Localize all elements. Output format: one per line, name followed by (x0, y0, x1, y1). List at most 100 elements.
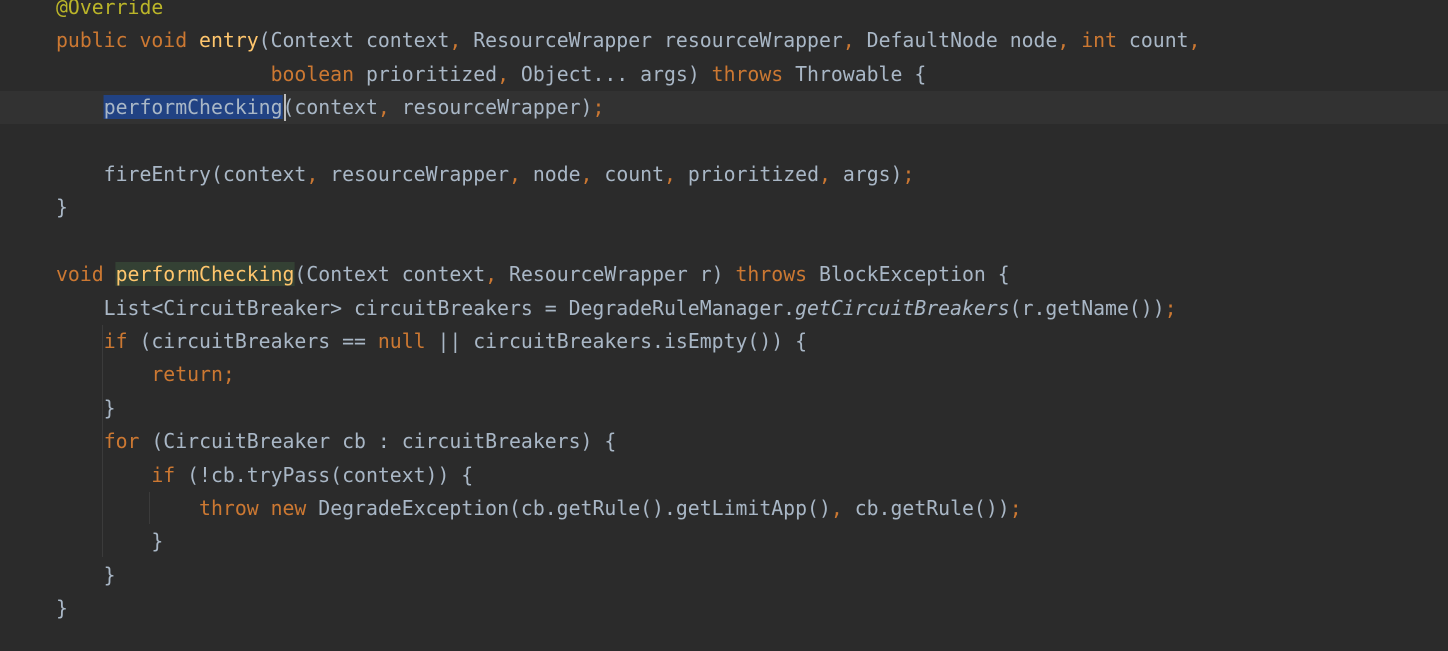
code-line[interactable]: throw new DegradeException(cb.getRule().… (0, 492, 1448, 525)
code-line[interactable]: } (0, 191, 1448, 224)
code-token: resourceWrapper) (401, 95, 593, 120)
code-token: } (56, 562, 116, 587)
code-token: ResourceWrapper r) (509, 262, 736, 287)
code-token: , (819, 162, 843, 186)
code-editor[interactable]: @Override public void entry(Context conte… (0, 0, 1448, 651)
code-line[interactable]: fireEntry(context, resourceWrapper, node… (0, 158, 1448, 191)
code-token: (circuitBreakers == (139, 329, 378, 353)
code-token: (context (282, 95, 378, 120)
code-token: args) (842, 162, 903, 186)
code-token: (Context context (294, 262, 486, 287)
code-token: if (151, 462, 188, 487)
code-token: return; (151, 362, 235, 387)
code-token: Throwable { (795, 61, 927, 86)
code-token: ; (902, 162, 915, 186)
code-line-text: void performChecking(Context context, Re… (56, 258, 1010, 291)
code-token: , (842, 28, 867, 53)
code-token: ; (1164, 295, 1177, 320)
code-token: (Context context (258, 28, 450, 53)
code-line[interactable]: public void entry(Context context, Resou… (0, 24, 1448, 57)
code-token: , (497, 61, 521, 86)
code-line-text: return; (56, 358, 235, 391)
code-line-text: fireEntry(context, resourceWrapper, node… (56, 158, 915, 191)
code-token: throws (735, 262, 819, 287)
code-token: } (56, 395, 116, 420)
code-line[interactable]: boolean prioritized, Object... args) thr… (0, 58, 1448, 91)
code-token: for (103, 429, 152, 454)
code-token: , (580, 162, 605, 186)
code-token: count (1128, 28, 1189, 53)
code-token: node (532, 162, 581, 186)
code-token: getCircuitBreakers (795, 295, 1010, 320)
code-token: , (1188, 28, 1201, 53)
code-token: public void (56, 28, 200, 53)
code-line[interactable]: if (!cb.tryPass(context)) { (0, 459, 1448, 492)
code-line-text: } (56, 525, 163, 558)
code-line[interactable]: if (circuitBreakers == null || circuitBr… (0, 325, 1448, 358)
code-line[interactable] (0, 225, 1448, 258)
code-line[interactable]: void performChecking(Context context, Re… (0, 258, 1448, 291)
code-line[interactable]: } (0, 392, 1448, 425)
code-token: , (509, 162, 533, 186)
code-token: prioritized (365, 61, 498, 86)
code-line[interactable]: performChecking(context, resourceWrapper… (0, 91, 1448, 125)
code-token: @Override (56, 0, 164, 19)
code-line-text: performChecking(context, resourceWrapper… (56, 91, 604, 124)
code-token: , (377, 95, 402, 120)
code-line[interactable]: return; (0, 358, 1448, 391)
code-line-text: } (56, 592, 68, 625)
code-token: performChecking (115, 262, 295, 287)
code-line[interactable]: } (0, 525, 1448, 558)
code-token: || circuitBreakers.isEmpty()) { (437, 329, 808, 353)
code-line-text: throw new DegradeException(cb.getRule().… (56, 492, 1022, 525)
code-token: } (56, 596, 68, 621)
code-line[interactable]: List<CircuitBreaker> circuitBreakers = D… (0, 292, 1448, 325)
code-token: List<CircuitBreaker> circuitBreakers = D… (56, 295, 796, 320)
code-token: , (306, 162, 331, 186)
code-token: int (1081, 28, 1129, 53)
code-line[interactable]: @Override (0, 0, 1448, 24)
code-token: throw new (199, 496, 319, 520)
code-token: null (377, 329, 438, 353)
code-token: BlockException { (818, 262, 1010, 287)
code-token: ResourceWrapper resourceWrapper (473, 28, 843, 53)
code-token: if (103, 329, 140, 353)
code-token: } (56, 195, 68, 220)
code-token: Object... args) (520, 61, 712, 86)
text-caret (284, 94, 286, 121)
code-token: , (1057, 28, 1082, 53)
code-line-text: if (!cb.tryPass(context)) { (56, 459, 473, 492)
code-line[interactable]: } (0, 592, 1448, 625)
code-token: ; (592, 95, 605, 120)
code-line[interactable] (0, 125, 1448, 158)
code-token: ; (1009, 496, 1022, 520)
code-line-text: if (circuitBreakers == null || circuitBr… (56, 325, 807, 358)
code-line-text: public void entry(Context context, Resou… (56, 24, 1200, 57)
code-token: fireEntry(context (56, 162, 307, 186)
code-line-text: @Override (56, 0, 163, 24)
code-token: , (449, 28, 474, 53)
code-token: DegradeException(cb.getRule().getLimitAp… (318, 496, 831, 520)
code-token: , (664, 162, 688, 186)
code-token: (r.getName()) (1009, 295, 1165, 320)
code-line-text: } (56, 392, 116, 425)
code-line[interactable]: } (0, 559, 1448, 592)
code-token: prioritized (687, 162, 820, 186)
code-token: DefaultNode node (866, 28, 1058, 53)
code-line-text: List<CircuitBreaker> circuitBreakers = D… (56, 292, 1177, 325)
code-line-text: for (CircuitBreaker cb : circuitBreakers… (56, 425, 617, 458)
code-line[interactable]: for (CircuitBreaker cb : circuitBreakers… (0, 425, 1448, 458)
code-token: cb.getRule()) (854, 496, 1010, 520)
code-token: count (604, 162, 665, 186)
code-token: boolean (270, 61, 366, 86)
code-token: performChecking (103, 95, 283, 120)
code-token: , (485, 262, 510, 287)
code-token: void (56, 262, 116, 287)
code-token: , (830, 496, 855, 520)
